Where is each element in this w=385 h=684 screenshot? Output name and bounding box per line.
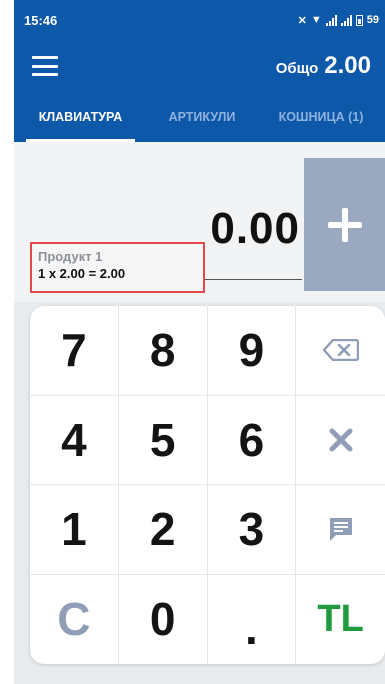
note-button[interactable] (296, 485, 385, 575)
app-bar: Общо 2.00 (14, 40, 385, 92)
total-label: Общо (275, 60, 319, 77)
status-icons: ✕ ▼ 59 (298, 14, 379, 27)
signal-icon-2 (340, 14, 352, 26)
mute-icon: ✕ (297, 14, 307, 27)
key-decimal[interactable]: . (208, 574, 297, 664)
key-7[interactable]: 7 (30, 306, 119, 396)
keypad: 7 8 9 4 5 6 1 2 3 C 0 . TL (30, 306, 385, 664)
signal-icon (325, 14, 337, 26)
multiply-button[interactable] (296, 396, 385, 485)
key-3[interactable]: 3 (207, 485, 297, 575)
wifi-icon: ▼ (310, 14, 322, 26)
key-2[interactable]: 2 (118, 485, 208, 575)
product-name: Продукт 1 (38, 249, 103, 264)
plus-icon (327, 207, 362, 242)
tab-keyboard[interactable]: КЛАВИАТУРА (14, 92, 147, 142)
total-value: 2.00 (324, 52, 371, 79)
backspace-button[interactable] (296, 306, 385, 396)
last-product-summary: Продукт 1 1 x 2.00 = 2.00 (30, 242, 205, 293)
app-frame: 15:46 ✕ ▼ 59 Общо 2.00 КЛАВИАТУРА АРТИКУ… (14, 0, 385, 684)
backspace-icon (322, 339, 359, 362)
menu-icon[interactable] (32, 56, 58, 76)
key-9[interactable]: 9 (207, 306, 297, 396)
currency-button[interactable]: TL (296, 575, 385, 665)
key-1[interactable]: 1 (30, 485, 119, 575)
battery-icon (355, 14, 363, 26)
product-calculation: 1 x 2.00 = 2.00 (38, 266, 126, 281)
key-0[interactable]: 0 (119, 574, 208, 664)
battery-percent: 59 (366, 14, 379, 26)
note-icon (329, 518, 352, 542)
tab-bar: КЛАВИАТУРА АРТИКУЛИ КОШНИЦА (1) (14, 92, 385, 142)
key-5[interactable]: 5 (118, 395, 208, 485)
total-display: Общо 2.00 (276, 52, 371, 80)
key-4[interactable]: 4 (30, 395, 119, 485)
add-button[interactable] (304, 158, 385, 291)
tab-articles[interactable]: АРТИКУЛИ (147, 92, 257, 142)
clear-button[interactable]: C (30, 574, 119, 664)
status-time: 15:46 (24, 12, 58, 28)
tab-basket[interactable]: КОШНИЦА (1) (257, 92, 385, 142)
key-8[interactable]: 8 (118, 306, 208, 396)
multiply-icon (329, 428, 353, 452)
key-6[interactable]: 6 (207, 395, 297, 485)
status-bar: 15:46 ✕ ▼ 59 (14, 0, 385, 40)
